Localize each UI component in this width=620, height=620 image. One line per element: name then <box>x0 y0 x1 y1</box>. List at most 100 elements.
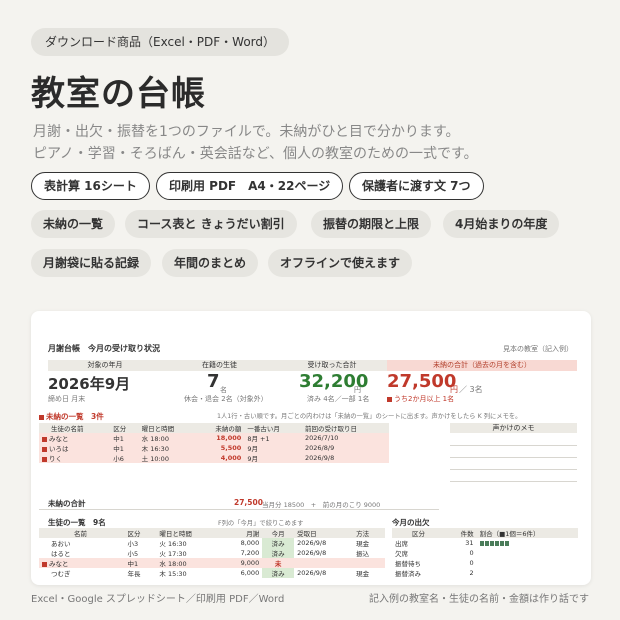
table-cell: 2 <box>469 569 474 577</box>
table-cell: 9月 <box>247 455 258 463</box>
kpi-received-sub: 済み 4名／一部 1名 <box>307 395 370 403</box>
feature-pill: 未納の一覧 <box>31 210 116 238</box>
table-cell: 8,000 <box>240 539 260 547</box>
table-row: みなと 中1 水 18:00 18,000 8月 +1 2026/7/10 <box>39 433 389 443</box>
students-table: 名前 区分 曜日と時間 月謝 今月 受取日 方法 あおい 小3 火 16:30 … <box>39 528 385 578</box>
table-header: 名前 区分 曜日と時間 月謝 今月 受取日 方法 <box>39 528 385 538</box>
sample-label: 見本の教室（記入例） <box>503 345 573 353</box>
col-header: 受取日 <box>297 530 317 538</box>
row-marker-icon <box>42 561 47 567</box>
feature-pill: 振替の期限と上限 <box>311 210 432 238</box>
product-tag: ダウンロード商品（Excel・PDF・Word） <box>31 28 290 56</box>
table-cell: 5,500 <box>220 444 242 452</box>
table-header: 生徒の名前 区分 曜日と時間 未納の額 一番古い月 前回の受け取り日 <box>39 423 389 433</box>
col-header: 曜日と時間 <box>159 530 192 538</box>
table-row: 出席 31 <box>392 538 578 548</box>
kpi-students-sub: 休会・退会 2名（対象外） <box>184 395 268 403</box>
bar-block <box>489 540 494 546</box>
col-header: 前回の受け取り日 <box>305 425 358 433</box>
bar-block <box>504 540 509 546</box>
unpaid-table: 生徒の名前 区分 曜日と時間 未納の額 一番古い月 前回の受け取り日 みなと 中… <box>39 423 389 463</box>
kpi-month-sub: 締め日 月末 <box>48 395 86 403</box>
table-cell: 現金 <box>356 540 370 548</box>
col-header: 方法 <box>356 530 370 538</box>
table-cell: 中1 <box>127 560 139 568</box>
feature-pill: 保護者に渡す文 7つ <box>349 172 484 200</box>
table-cell: 水 18:00 <box>159 560 187 568</box>
table-cell: はると <box>51 550 71 558</box>
status-badge: 済み <box>262 548 295 558</box>
table-cell: 火 17:30 <box>159 550 187 558</box>
spreadsheet-preview: 月謝台帳 今月の受け取り状況 見本の教室（記入例） 対象の年月 在籍の生徒 受け… <box>31 311 591 585</box>
table-cell: 小6 <box>113 455 124 463</box>
table-row: 振替済み 2 <box>392 568 578 578</box>
warning-square-icon <box>387 396 392 402</box>
attendance-table: 区分 件数 割合（■1個＝6件） 出席 31 欠席 0 振替待ち 0 振替済み … <box>392 528 578 578</box>
kpi-unpaid-sub-row: うち2か月以上 1名 <box>387 394 454 404</box>
total-value: 27,500 <box>234 498 263 507</box>
col-header: 割合（■1個＝6件） <box>479 530 540 538</box>
attendance-bar <box>477 558 578 568</box>
table-row: いろは 中1 木 16:30 5,500 9月 2026/8/9 <box>39 443 389 453</box>
col-header: 曜日と時間 <box>141 425 175 433</box>
table-cell: つむぎ <box>51 570 71 578</box>
table-cell: 6,000 <box>240 569 260 577</box>
bar-block <box>494 540 499 546</box>
table-cell: 中1 <box>113 445 124 453</box>
table-header: 区分 件数 割合（■1個＝6件） <box>392 528 578 538</box>
status-badge: 済み <box>262 568 295 578</box>
table-cell: 7,200 <box>240 549 260 557</box>
table-cell: 2026/9/8 <box>297 569 327 577</box>
section-square-icon <box>39 414 44 420</box>
bar-block <box>479 540 484 546</box>
cell-text: りく <box>49 455 62 463</box>
kpi-unpaid-count: ／ 3名 <box>459 385 483 394</box>
bar-block <box>499 540 504 546</box>
footer-formats: Excel・Google スプレッドシート／印刷用 PDF／Word <box>31 594 285 605</box>
col-header: 区分 <box>113 425 127 433</box>
table-row: つむぎ 年長 木 15:30 6,000 済み 2026/9/8 現金 <box>39 568 385 578</box>
col-header: 名前 <box>74 530 87 538</box>
table-cell: 2026/8/9 <box>305 444 335 452</box>
unpaid-title: 未納の一覧 3件 <box>46 412 104 421</box>
table-cell: あおい <box>51 540 71 548</box>
table-cell: 8月 +1 <box>247 435 270 443</box>
table-cell: 4,000 <box>220 454 242 462</box>
status-badge: 済み <box>262 538 295 548</box>
memo-title: 声かけのメモ <box>450 423 577 433</box>
feature-pill: 月謝袋に貼る記録 <box>31 249 152 277</box>
feature-pill: コース表と きょうだい割引 <box>125 210 297 238</box>
memo-line <box>450 481 577 482</box>
kpi-label: 対象の年月 <box>48 360 162 371</box>
table-cell: 2026/9/8 <box>297 539 327 547</box>
table-cell: 小3 <box>127 540 139 548</box>
table-cell: 9,000 <box>240 559 260 567</box>
table-cell: 振込 <box>356 550 370 558</box>
kpi-label: 未納の合計（過去の月を含む） <box>387 360 577 371</box>
table-row: はると 小5 火 17:30 7,200 済み 2026/9/8 振込 <box>39 548 385 558</box>
table-cell: みなと <box>39 558 125 568</box>
attendance-title: 今月の出欠 <box>392 518 430 527</box>
memo-line <box>450 457 577 458</box>
table-cell <box>353 558 385 568</box>
total-detail: 当月分 18500 + 前の月のこり 9000 <box>262 501 381 509</box>
table-cell: 火 16:30 <box>159 540 187 548</box>
feature-pill: 表計算 16シート <box>31 172 150 200</box>
row-marker-icon <box>42 446 47 452</box>
cell-text: いろは <box>49 445 69 453</box>
feature-pill: 印刷用 PDF A4・22ページ <box>156 172 344 200</box>
table-cell: 0 <box>469 549 474 557</box>
description: 月謝・出欠・振替を1つのファイルで。未納がひと目で分かります。 ピアノ・学習・そ… <box>33 121 478 165</box>
status-badge: 未 <box>274 560 282 568</box>
table-row: あおい 小3 火 16:30 8,000 済み 2026/9/8 現金 <box>39 538 385 548</box>
col-header: 一番古い月 <box>247 425 280 433</box>
description-line: ピアノ・学習・そろばん・英会話など、個人の教室のための一式です。 <box>33 146 478 162</box>
table-cell: 欠席 <box>395 550 408 558</box>
feature-pill: オフラインで使えます <box>268 249 413 277</box>
table-row: みなと 中1 水 18:00 9,000 未 <box>39 558 385 568</box>
total-label: 未納の合計 <box>48 499 86 508</box>
table-cell: みなと <box>39 433 110 443</box>
row-marker-icon <box>42 436 47 442</box>
cell-text: みなと <box>49 435 69 443</box>
footer-note: 記入例の教室名・生徒の名前・金額は作り話です <box>369 594 589 605</box>
